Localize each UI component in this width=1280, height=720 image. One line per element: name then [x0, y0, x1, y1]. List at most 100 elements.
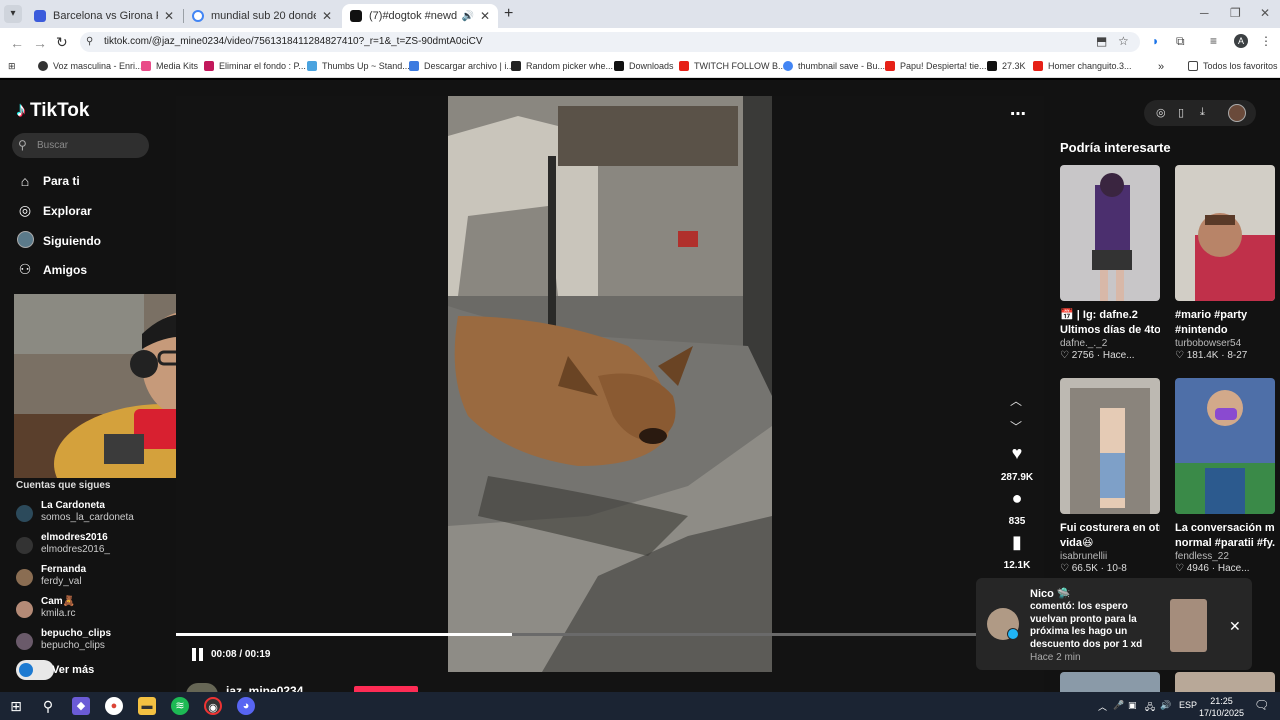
nav-siguiendo[interactable]: Siguiendo	[16, 231, 101, 251]
bookmark-4[interactable]: Thumbs Up ~ Stand...	[307, 61, 410, 71]
suggested-video-thumbnail-partial[interactable]	[1060, 672, 1160, 692]
avatar	[16, 601, 33, 618]
browser-menu-icon[interactable]: ⋮	[1260, 34, 1272, 48]
bookmark-5[interactable]: Descargar archivo | i...	[409, 61, 514, 71]
tray-expand-icon[interactable]: ︿	[1098, 700, 1107, 713]
video-thumbnail[interactable]	[1060, 165, 1160, 301]
tiktok-favicon	[350, 10, 362, 22]
bookmark-6[interactable]: Random picker whe...	[511, 61, 613, 71]
close-icon[interactable]: ✕	[1229, 618, 1241, 635]
following-avatar-icon	[16, 231, 34, 251]
phone-icon[interactable]: ▯	[1178, 106, 1184, 119]
notification-thumbnail[interactable]	[1170, 599, 1207, 652]
restore-button[interactable]: ❐	[1230, 6, 1241, 20]
search-input[interactable]	[12, 133, 149, 158]
video-thumbnail[interactable]	[1175, 378, 1275, 514]
following-accounts-title: Cuentas que sigues	[16, 480, 111, 491]
suggested-video-card[interactable]: 📅 | Ig: dafne.2 Ultimos días de 4to... d…	[1060, 165, 1160, 361]
tab-tiktok-active[interactable]: (7)#dogtok #newdog #dus 🔊 ✕	[342, 4, 498, 28]
tab-title: (7)#dogtok #newdog #dus	[369, 10, 458, 22]
install-app-icon[interactable]: ⬒	[1096, 34, 1107, 48]
more-bookmarks-icon[interactable]: »	[1158, 61, 1164, 73]
site-info-icon[interactable]: ⚲	[86, 36, 93, 47]
user-avatar[interactable]	[1228, 104, 1246, 122]
bookmark-icon[interactable]: ▮	[1007, 532, 1027, 553]
tab-close-icon[interactable]: ✕	[322, 9, 332, 23]
search-icon[interactable]: ⚲	[39, 697, 57, 715]
download-icon[interactable]: ⤓	[1200, 106, 1205, 119]
chrome-icon[interactable]: ●	[105, 697, 123, 715]
tiktok-logo[interactable]: ♪ TikTok	[16, 99, 89, 122]
bookmark-3[interactable]: Eliminar el fondo : P...	[204, 61, 306, 71]
extension-icon[interactable]: ◗	[1152, 34, 1159, 48]
home-icon: ⌂	[20, 173, 30, 189]
audio-playing-icon[interactable]: 🔊	[461, 11, 473, 22]
account-item[interactable]: La Cardoneta somos_la_cardoneta	[16, 500, 166, 526]
bookmark-1[interactable]: Voz masculina - Enri...	[38, 61, 143, 71]
extensions-puzzle-icon[interactable]: ⧉	[1176, 34, 1185, 49]
bookmark-10[interactable]: Papu! Despierta! tie...	[885, 61, 987, 71]
nav-explorar[interactable]: ◎ Explorar	[16, 202, 92, 219]
suggested-video-card[interactable]: #mario #party #nintendo turbobowser54 ♡ …	[1175, 165, 1275, 361]
bookmark-7[interactable]: Downloads	[614, 61, 674, 71]
copilot-icon[interactable]: ◆	[72, 697, 90, 715]
network-icon[interactable]: 🖧	[1145, 700, 1155, 716]
notifications-icon[interactable]: 🗨	[1254, 698, 1269, 712]
new-tab-button[interactable]: +	[504, 5, 513, 23]
like-heart-icon[interactable]: ♥	[1007, 443, 1027, 464]
back-arrow-icon[interactable]: ←	[10, 35, 24, 51]
tab-barcelona[interactable]: Barcelona vs Girona FC live sco ✕	[26, 4, 182, 28]
bookmark-11[interactable]: 27.3K	[987, 61, 1026, 71]
account-item[interactable]: Fernanda ferdy_val	[16, 564, 166, 590]
account-item[interactable]: Cam🧸 kmila.rc	[16, 596, 166, 622]
start-windows-icon[interactable]: ⊞	[7, 697, 25, 715]
comment-icon[interactable]: ●	[1007, 488, 1027, 509]
account-item[interactable]: elmodres2016 elmodres2016_	[16, 532, 166, 558]
volume-icon[interactable]: 🔊	[1160, 700, 1171, 711]
nav-para-ti[interactable]: ⌂ Para ti	[16, 173, 80, 189]
video-thumbnail[interactable]	[1060, 378, 1160, 514]
video-frame[interactable]	[448, 96, 772, 672]
suggested-video-card[interactable]: La conversación más normal #paratii #fy.…	[1175, 378, 1275, 574]
tab-close-icon[interactable]: ✕	[164, 9, 174, 23]
video-progress-fill	[176, 633, 512, 636]
minimize-button[interactable]: ─	[1200, 6, 1209, 20]
previous-video-arrow-icon[interactable]: ︿	[1010, 392, 1022, 409]
discord-icon[interactable]: ◕	[237, 697, 255, 715]
obs-icon[interactable]: ◉	[204, 697, 222, 715]
account-item[interactable]: bepucho_clips bepucho_clips	[16, 628, 166, 654]
suggested-video-card[interactable]: Fui costurera en otra vida😆 isabrunellii…	[1060, 378, 1160, 574]
tray-app-icon[interactable]: ▣	[1128, 700, 1137, 711]
stream-toggle-icon[interactable]	[16, 660, 54, 680]
pause-button[interactable]	[192, 648, 204, 661]
system-clock[interactable]: 21:25 17/10/2025	[1199, 695, 1244, 719]
media-control-icon[interactable]: ≡	[1210, 34, 1217, 48]
microphone-icon[interactable]: 🎤	[1113, 700, 1124, 711]
all-favorites-folder[interactable]: Todos los favoritos	[1188, 61, 1278, 71]
close-window-button[interactable]: ✕	[1260, 6, 1270, 20]
tab-close-icon[interactable]: ✕	[480, 9, 490, 23]
bookmark-2[interactable]: Media Kits	[141, 61, 198, 71]
see-more-button[interactable]: Ver más	[16, 660, 94, 680]
profile-avatar[interactable]: A	[1234, 34, 1248, 48]
bookmark-12[interactable]: Homer changuito.3...	[1033, 61, 1132, 71]
file-explorer-icon[interactable]: ▬	[138, 697, 156, 715]
coin-icon[interactable]: ◎	[1156, 106, 1166, 119]
suggested-video-thumbnail-partial[interactable]	[1175, 672, 1275, 692]
nav-amigos[interactable]: ⚇ Amigos	[16, 261, 87, 278]
forward-arrow-icon[interactable]: →	[33, 35, 47, 51]
next-video-arrow-icon[interactable]: ﹀	[1010, 418, 1022, 435]
video-progress-bar[interactable]	[176, 633, 976, 636]
tab-search-icon[interactable]: ▾	[4, 5, 22, 23]
bookmark-8[interactable]: TWITCH FOLLOW B...	[679, 61, 786, 71]
more-options-icon[interactable]: ⋯	[1010, 104, 1026, 124]
spotify-icon[interactable]: ≋	[171, 697, 189, 715]
tab-mundial[interactable]: mundial sub 20 donde es - Bus ✕	[184, 4, 340, 28]
url-text[interactable]: tiktok.com/@jaz_mine0234/video/756131841…	[104, 36, 483, 47]
bookmark-star-icon[interactable]: ☆	[1118, 34, 1129, 48]
bookmark-9[interactable]: thumbnail save - Bu...	[783, 61, 885, 71]
apps-grid-icon[interactable]: ⊞	[8, 61, 16, 72]
video-thumbnail[interactable]	[1175, 165, 1275, 301]
language-indicator[interactable]: ESP	[1179, 700, 1197, 710]
reload-icon[interactable]: ↻	[56, 34, 68, 51]
